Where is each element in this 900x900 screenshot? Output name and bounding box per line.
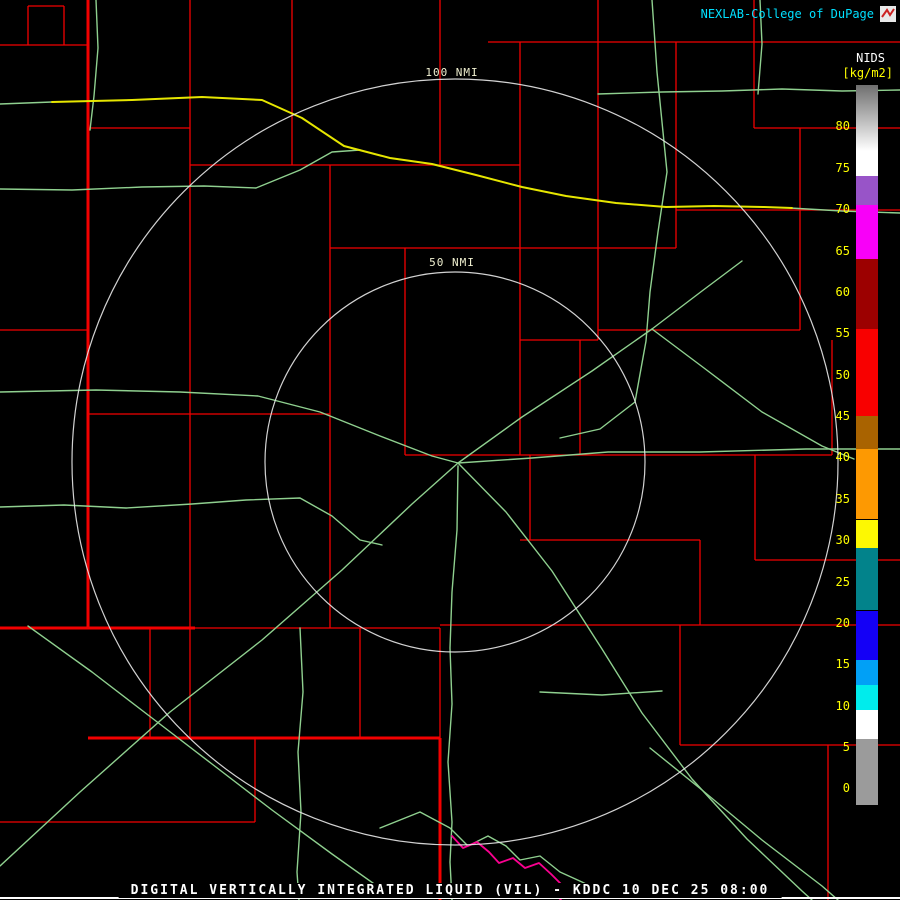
colorbar-ticks: 80 75 70 65 60 55 50 45 40 35 30 25 20 15 10 5 0 <box>814 85 850 805</box>
colorbar-tick-label: 10 <box>835 698 850 713</box>
branding: NEXLAB-College of DuPage <box>701 5 897 23</box>
colorbar-segment <box>856 548 878 611</box>
colorbar-tick-label: 30 <box>835 533 850 548</box>
colorbar-segment <box>856 205 878 259</box>
colorbar-tick-label: 75 <box>835 160 850 175</box>
footer-title: DIGITAL VERTICALLY INTEGRATED LIQUID (VI… <box>118 883 782 898</box>
colorbar-tick-label: 80 <box>835 119 850 134</box>
cod-logo-icon <box>879 5 897 23</box>
footer: DIGITAL VERTICALLY INTEGRATED LIQUID (VI… <box>0 878 900 900</box>
colorbar-segment <box>856 85 878 152</box>
radar-map <box>0 0 900 900</box>
colorbar-segment <box>856 660 878 685</box>
colorbar-segment <box>856 610 878 661</box>
colorbar-segment <box>856 258 878 330</box>
colorbar-title: NIDS <box>856 51 885 65</box>
colorbar-segment <box>856 176 878 205</box>
colorbar-segment <box>856 151 878 176</box>
colorbar-tick-label: 20 <box>835 615 850 630</box>
road-network <box>0 0 900 900</box>
colorbar-segment <box>856 685 878 710</box>
colorbar-units: [kg/m2] <box>842 66 893 80</box>
colorbar-tick-label: 65 <box>835 243 850 258</box>
colorbar-segment <box>856 416 878 450</box>
colorbar-bar <box>856 85 878 805</box>
colorbar-tick-label: 55 <box>835 326 850 341</box>
colorbar-tick-label: 70 <box>835 202 850 217</box>
branding-text: NEXLAB-College of DuPage <box>700 7 874 21</box>
colorbar-segment <box>856 329 878 416</box>
colorbar-tick-label: 45 <box>835 409 850 423</box>
colorbar-tick-label: 35 <box>835 491 850 506</box>
radar-display: 100 NMI 50 NMI NEXLAB-College of DuPage … <box>0 0 900 900</box>
colorbar-tick-label: 50 <box>835 367 850 382</box>
colorbar-tick-label: 25 <box>835 574 850 589</box>
colorbar-tick-label: 0 <box>842 781 850 796</box>
colorbar-segment <box>856 709 878 739</box>
colorbar-segment <box>856 738 878 805</box>
range-ring-label-50: 50 NMI <box>429 256 475 269</box>
colorbar-tick-label: 60 <box>835 284 850 299</box>
colorbar-tick-label: 40 <box>835 450 850 465</box>
colorbar-tick-label: 15 <box>835 657 850 672</box>
range-ring-label-100: 100 NMI <box>425 66 479 79</box>
colorbar-segment <box>856 449 878 520</box>
colorbar-tick-label: 5 <box>842 740 850 755</box>
colorbar-segment <box>856 519 878 549</box>
